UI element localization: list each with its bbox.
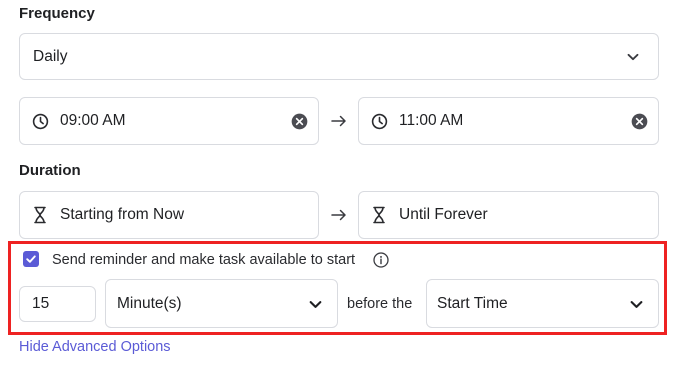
duration-end-field[interactable]: Until Forever	[358, 191, 659, 239]
end-time-field[interactable]: 11:00 AM	[358, 97, 659, 145]
start-time-value: 09:00 AM	[60, 112, 126, 129]
reminder-checkbox-label[interactable]: Send reminder and make task available to…	[52, 252, 355, 268]
duration-label: Duration	[19, 162, 81, 179]
duration-start-field[interactable]: Starting from Now	[19, 191, 319, 239]
frequency-select-value: Daily	[33, 47, 68, 65]
chevron-down-icon	[626, 50, 640, 64]
clear-circle-icon[interactable]	[291, 113, 308, 130]
info-icon[interactable]	[373, 252, 389, 268]
reminder-unit-value: Minute(s)	[117, 294, 182, 312]
hourglass-icon	[33, 206, 47, 224]
start-time-field[interactable]: 09:00 AM	[19, 97, 319, 145]
reminder-checkbox[interactable]	[23, 251, 39, 267]
hourglass-icon	[372, 206, 386, 224]
hide-advanced-options-link[interactable]: Hide Advanced Options	[19, 339, 171, 355]
frequency-select[interactable]: Daily	[19, 33, 659, 80]
clock-icon	[371, 113, 388, 130]
chevron-down-icon	[308, 297, 323, 312]
reminder-connector-text: before the	[347, 296, 413, 312]
duration-start-value: Starting from Now	[60, 206, 185, 223]
frequency-label: Frequency	[19, 5, 95, 22]
clock-icon	[32, 113, 49, 130]
reminder-reference-select[interactable]: Start Time	[426, 279, 659, 328]
chevron-down-icon	[629, 297, 644, 312]
arrow-right-icon	[330, 114, 348, 128]
reminder-amount-input[interactable]: 15	[19, 286, 96, 322]
duration-end-value: Until Forever	[399, 206, 488, 223]
reminder-reference-value: Start Time	[437, 294, 508, 312]
arrow-right-icon	[330, 208, 348, 222]
reminder-amount-value: 15	[32, 295, 50, 312]
clear-circle-icon[interactable]	[631, 113, 648, 130]
reminder-unit-select[interactable]: Minute(s)	[105, 279, 338, 328]
checkmark-icon	[26, 255, 36, 263]
end-time-value: 11:00 AM	[399, 112, 464, 129]
